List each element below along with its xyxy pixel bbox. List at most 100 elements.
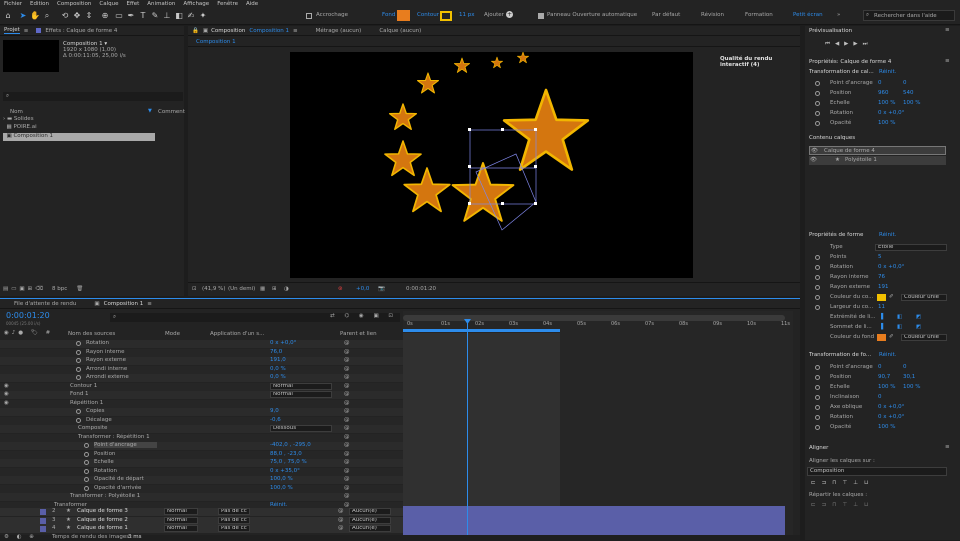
row-value[interactable]: 100,0 % xyxy=(270,485,293,491)
project-item-composition[interactable]: ▣ Composition 1 xyxy=(3,133,155,141)
channel-icon[interactable]: ◑ xyxy=(284,286,289,292)
eraser-tool-icon[interactable]: ◧ xyxy=(174,11,184,21)
stroke-swatch[interactable] xyxy=(440,11,452,21)
expression-icon[interactable]: @ xyxy=(344,357,350,363)
playhead[interactable] xyxy=(467,319,468,539)
pickwhip-icon[interactable]: @ xyxy=(338,508,344,514)
stopwatch-icon[interactable] xyxy=(76,349,81,355)
row-value[interactable]: 76,0 xyxy=(270,349,282,355)
composition-tab[interactable]: Composition xyxy=(211,28,245,34)
stopwatch-icon[interactable] xyxy=(84,485,89,491)
layer-trkmat-select[interactable]: Pas de cc xyxy=(218,508,250,515)
stopwatch-icon[interactable] xyxy=(815,91,820,96)
stopwatch-icon[interactable] xyxy=(815,365,820,370)
layer-trkmat-select[interactable]: Pas de cc xyxy=(218,516,250,524)
layer-mode-select[interactable]: Normal xyxy=(164,508,198,515)
snap-checkbox[interactable] xyxy=(306,13,312,19)
workspace-small-screen[interactable]: Petit écran xyxy=(793,12,823,18)
expression-icon[interactable]: @ xyxy=(344,434,350,440)
col-mode[interactable]: Mode xyxy=(165,331,180,337)
row-value[interactable]: 100,0 % xyxy=(270,476,293,482)
menu-item-1[interactable]: Edition xyxy=(30,1,49,7)
timeline-prop-row[interactable] xyxy=(0,459,403,467)
stopwatch-icon[interactable] xyxy=(76,409,81,414)
workspace-default[interactable]: Par défaut xyxy=(652,12,680,18)
timeline-prop-row[interactable] xyxy=(0,484,403,493)
stopwatch-icon[interactable] xyxy=(815,265,820,270)
shape-prop-value[interactable]: 11 xyxy=(878,304,885,310)
stopwatch-icon[interactable] xyxy=(815,305,820,310)
expression-icon[interactable]: @ xyxy=(344,493,350,499)
stopwatch-icon[interactable] xyxy=(815,285,820,290)
layer-trkmat-select[interactable]: Pas de cc xyxy=(218,525,250,532)
stopwatch-icon[interactable] xyxy=(815,101,820,106)
eye-icon[interactable]: ◉ xyxy=(4,391,9,397)
row-value[interactable]: -402,0 , -295,0 xyxy=(270,442,311,448)
timeline-prop-row[interactable] xyxy=(0,399,403,408)
pickwhip-icon[interactable]: @ xyxy=(338,525,344,531)
snapshot-icon[interactable]: 📷 xyxy=(378,286,385,292)
col-source-name[interactable]: Nom des sources xyxy=(68,331,115,337)
row-select[interactable]: Normal xyxy=(270,382,332,390)
grid-icon[interactable]: ⊞ xyxy=(272,286,277,292)
shape-prop-value[interactable]: 5 xyxy=(878,254,882,260)
expression-icon[interactable]: @ xyxy=(344,468,350,474)
add-icon[interactable]: + xyxy=(506,11,513,18)
stopwatch-icon[interactable] xyxy=(84,468,89,474)
align-to-select[interactable]: Composition xyxy=(807,467,947,476)
menu-item-4[interactable]: Effet xyxy=(126,1,139,7)
stroke-label[interactable]: Contour xyxy=(417,12,439,18)
exposure-value[interactable]: +0,0 xyxy=(356,286,369,292)
prop-value-b[interactable]: 0 xyxy=(903,80,907,86)
menu-item-0[interactable]: Fichier xyxy=(4,1,22,7)
bit-depth[interactable]: 8 bpc xyxy=(52,286,67,292)
fill-swatch[interactable] xyxy=(397,10,410,21)
composition-tab-name[interactable]: Composition 1 xyxy=(249,28,289,34)
layer-label-color[interactable] xyxy=(40,509,46,515)
project-item-poire[interactable]: ▦ POIRE.ai xyxy=(3,124,36,130)
timeline-prop-row[interactable] xyxy=(0,408,403,416)
timeline-prop-row[interactable] xyxy=(0,442,403,450)
timeline-prop-row[interactable] xyxy=(0,476,403,484)
distribute-buttons[interactable]: ⊏⊐⊓⊤⊥⊔ xyxy=(811,502,874,508)
pen-tool-icon[interactable]: ✒ xyxy=(126,11,136,21)
layer-mode-select[interactable]: Normal xyxy=(164,525,198,532)
row-value[interactable]: 88,0 , -23,0 xyxy=(270,451,302,457)
timeline-prop-row[interactable] xyxy=(0,450,403,459)
expression-icon[interactable]: @ xyxy=(344,366,350,372)
project-col-name[interactable]: Nom xyxy=(10,109,23,115)
stopwatch-icon[interactable] xyxy=(815,405,820,410)
layer-parent-select[interactable]: Aucun(e) xyxy=(349,525,391,532)
breadcrumb[interactable]: Composition 1 xyxy=(196,39,236,45)
content-layer-row[interactable]: 👁 Calque de forme 4 xyxy=(809,146,946,155)
stopwatch-icon[interactable] xyxy=(84,451,89,457)
prop-value-b[interactable]: 30,1 xyxy=(903,374,915,380)
footage-tab[interactable]: Métrage (aucun) xyxy=(316,28,362,34)
prop-value-a[interactable]: 960 xyxy=(878,90,889,96)
stroke-width[interactable]: 11 px xyxy=(459,12,475,18)
flowchart-icon[interactable]: ⊞ xyxy=(28,286,33,292)
row-select[interactable]: Dessous xyxy=(270,425,332,432)
lock-icon[interactable]: 🔒 xyxy=(192,28,199,34)
zoom-select[interactable]: (41,9 %) xyxy=(202,286,226,292)
project-search[interactable]: ⌕ xyxy=(3,92,183,101)
eye-icon[interactable]: ◉ xyxy=(4,383,9,389)
pan-tool-icon[interactable]: ✥ xyxy=(72,11,82,21)
work-area-bar[interactable] xyxy=(403,315,785,321)
prop-value-a[interactable]: 100 % xyxy=(878,384,895,390)
menu-item-2[interactable]: Composition xyxy=(57,1,91,7)
trash-icon[interactable]: 🗑 xyxy=(76,286,83,292)
stopwatch-icon[interactable] xyxy=(84,460,89,465)
hand-tool-icon[interactable]: ✋ xyxy=(30,11,40,21)
stopwatch-icon[interactable] xyxy=(76,358,81,363)
cap-join-icons[interactable]: ▐ ◧ ◩ xyxy=(879,324,927,330)
row-value[interactable]: 0,0 % xyxy=(270,366,286,372)
expression-icon[interactable]: @ xyxy=(344,451,350,457)
color-mode-select[interactable]: Couleur unie xyxy=(901,334,947,341)
color-swatch[interactable] xyxy=(877,294,886,301)
stopwatch-icon[interactable] xyxy=(76,417,81,423)
workspace-learning[interactable]: Formation xyxy=(745,12,773,18)
expression-icon[interactable]: @ xyxy=(344,383,350,389)
expression-icon[interactable]: @ xyxy=(344,502,350,508)
time-graph[interactable]: 0s 01s 02s 03s 04s 05s 06s 07s 08s 09s 10s 11s xyxy=(403,311,793,539)
